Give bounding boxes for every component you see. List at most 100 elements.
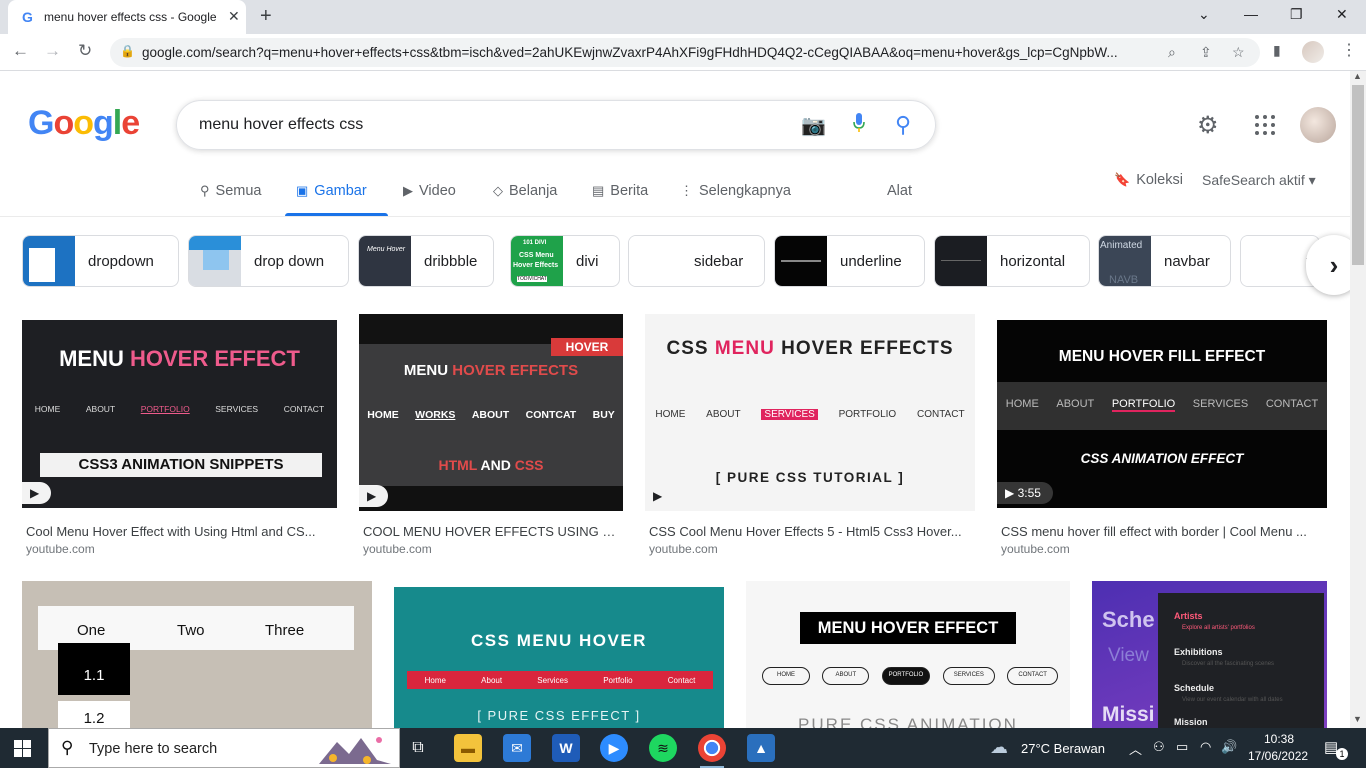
search-query[interactable]: menu hover effects css (199, 116, 363, 134)
chip-thumbnail: 101 DIVI CSS Menu Hover Effects TODIVICH… (511, 236, 563, 286)
scroll-down-icon[interactable]: ▼ (1353, 714, 1362, 724)
result-thumbnail[interactable]: CSS MENU HOVER EFFECTS HOME ABOUT SERVICES… (645, 314, 975, 511)
result-card[interactable]: Sche View Missi Artists Explore all arti… (1092, 581, 1328, 728)
chip-sidebar[interactable]: sidebar (628, 235, 765, 287)
tab-all[interactable]: ⚲ Semua (200, 183, 261, 199)
tab-news[interactable]: ▤ Berita (592, 183, 648, 199)
tab-more[interactable]: ⋮ Selengkapnya (680, 183, 791, 199)
safesearch-button[interactable]: SafeSearch aktif ▾ (1202, 172, 1316, 189)
weather-text[interactable]: 27°C Berawan (1021, 741, 1105, 756)
notification-count: 1 (1336, 748, 1348, 760)
page-scrollbar[interactable]: ▲ ▼ (1350, 71, 1366, 728)
dropdown-arrow-icon: ▾ (1308, 172, 1316, 188)
chip-underline[interactable]: underline (774, 235, 925, 287)
tools-button[interactable]: Alat (887, 183, 912, 199)
search-box[interactable]: menu hover effects css 📷 ⚲ (176, 100, 936, 150)
result-card[interactable]: HOVER MENU HOVER EFFECTS HOME WORKS ABOUT C… (359, 314, 625, 560)
microphone-icon[interactable] (853, 113, 865, 133)
minimize-icon[interactable]: — (1244, 6, 1258, 22)
share-icon[interactable]: ⇪ (1200, 44, 1212, 61)
play-icon: ▶ (1005, 486, 1015, 500)
result-title[interactable]: COOL MENU HOVER EFFECTS USING HT... (363, 524, 619, 539)
result-card[interactable]: MENU HOVER EFFECT HOME ABOUT PORTFOLIO S… (746, 581, 1070, 728)
task-view-icon[interactable]: ⧉ (404, 734, 432, 762)
chip-dropdown[interactable]: dropdown (22, 235, 179, 287)
result-thumbnail[interactable]: HOVER MENU HOVER EFFECTS HOME WORKS ABOUT C… (359, 314, 623, 511)
search-icon: ⚲ (200, 183, 210, 198)
tab-video[interactable]: ▶ Video (403, 183, 456, 199)
bookmark-star-icon[interactable]: ☆ (1232, 44, 1245, 61)
result-title[interactable]: Cool Menu Hover Effect with Using Html a… (26, 524, 332, 539)
result-source[interactable]: youtube.com (363, 542, 432, 556)
file-explorer-icon[interactable]: ▬ (454, 734, 482, 762)
word-icon[interactable]: W (552, 734, 580, 762)
search-icon: ⚲ (61, 738, 74, 757)
lock-icon[interactable]: 🔒 (120, 44, 135, 58)
result-title[interactable]: CSS menu hover fill effect with border |… (1001, 524, 1321, 539)
google-logo[interactable]: Google (28, 104, 140, 143)
address-bar[interactable]: 🔒 google.com/search?q=menu+hover+effects… (110, 38, 1260, 67)
new-tab-icon[interactable]: + (260, 5, 272, 28)
taskbar-search-box[interactable]: ⚲ Type here to search (48, 728, 400, 768)
chrome-icon[interactable] (698, 734, 726, 768)
reload-icon[interactable]: ↻ (78, 41, 92, 61)
result-card[interactable]: CSS MENU HOVER EFFECTS HOME ABOUT SERVICES… (645, 314, 975, 560)
chip-thumbnail (1241, 236, 1293, 286)
result-thumbnail[interactable]: Sche View Missi Artists Explore all arti… (1092, 581, 1327, 728)
close-window-icon[interactable]: ✕ (1336, 6, 1348, 23)
tab-search-icon[interactable]: ⌄ (1198, 6, 1210, 23)
side-panel-icon[interactable]: ▮ (1273, 42, 1281, 59)
chip-drop-down[interactable]: drop down (188, 235, 349, 287)
url-text[interactable]: google.com/search?q=menu+hover+effects+c… (142, 45, 1132, 60)
result-source[interactable]: youtube.com (1001, 542, 1070, 556)
tab-close-icon[interactable]: ✕ (228, 8, 240, 25)
mail-icon[interactable]: ✉ (503, 734, 531, 762)
windows-start-icon[interactable] (14, 740, 31, 757)
scroll-thumb[interactable] (1352, 85, 1364, 265)
browser-tab[interactable]: G menu hover effects css - Google ✕ (8, 0, 246, 34)
back-icon[interactable]: ← (12, 41, 29, 61)
windows-taskbar: ⚲ Type here to search ⧉ ▬ ✉ W ▶ ≋ ▲ ☁ 27… (0, 728, 1366, 768)
chip-dribbble[interactable]: Menu Hover dribbble (358, 235, 494, 287)
result-thumbnail[interactable]: MENU HOVER FILL EFFECT HOME ABOUT PORTFOLI… (997, 320, 1327, 508)
volume-icon[interactable]: 🔊 (1221, 739, 1237, 755)
maximize-icon[interactable]: ❐ (1290, 6, 1303, 23)
scroll-up-icon[interactable]: ▲ (1353, 71, 1362, 81)
result-thumbnail[interactable]: CSS MENU HOVER Home About Services Portfoli… (394, 587, 724, 728)
tray-chevron-icon[interactable]: ︿ (1129, 739, 1142, 758)
spotify-icon[interactable]: ≋ (649, 734, 677, 762)
photos-icon[interactable]: ▲ (747, 734, 775, 762)
result-thumbnail[interactable]: MENU HOVER EFFECT HOME ABOUT PORTFOLIO S… (746, 581, 1070, 728)
result-card[interactable]: MENU HOVER EFFECT HOME ABOUT PORTFOLIO SERV… (22, 320, 340, 560)
collections-link[interactable]: 🔖 Koleksi (1114, 172, 1183, 188)
chip-divi[interactable]: 101 DIVI CSS Menu Hover Effects TODIVICH… (510, 235, 620, 287)
zoom-app-icon[interactable]: ▶ (600, 734, 628, 762)
people-icon[interactable]: ⚇ (1153, 739, 1165, 755)
zoom-icon[interactable]: ⌕ (1168, 44, 1176, 61)
search-icon[interactable]: ⚲ (895, 112, 911, 138)
settings-gear-icon[interactable]: ⚙ (1197, 111, 1219, 140)
video-icon: ▶ (403, 183, 413, 198)
wifi-icon[interactable]: ◠ (1200, 739, 1211, 755)
result-card[interactable]: MENU HOVER FILL EFFECT HOME ABOUT PORTFOLI… (997, 320, 1329, 560)
chip-horizontal[interactable]: horizontal (934, 235, 1090, 287)
camera-icon[interactable]: 📷 (801, 113, 826, 138)
result-thumbnail[interactable]: One Two Three 1.1 1.2 (22, 581, 372, 728)
tab-images[interactable]: ▣ Gambar (296, 183, 367, 199)
profile-avatar-small[interactable] (1302, 41, 1324, 63)
clock-time[interactable]: 10:38 (1264, 732, 1294, 746)
result-card[interactable]: CSS MENU HOVER Home About Services Portfoli… (394, 587, 724, 728)
result-source[interactable]: youtube.com (26, 542, 95, 556)
result-card[interactable]: One Two Three 1.1 1.2 (22, 581, 372, 728)
result-source[interactable]: youtube.com (649, 542, 718, 556)
tab-shopping[interactable]: ◇ Belanja (493, 183, 557, 199)
forward-icon[interactable]: → (44, 41, 61, 61)
google-apps-icon[interactable] (1255, 115, 1275, 135)
clock-date[interactable]: 17/06/2022 (1248, 749, 1308, 763)
result-thumbnail[interactable]: MENU HOVER EFFECT HOME ABOUT PORTFOLIO SERV… (22, 320, 337, 508)
account-avatar[interactable] (1300, 107, 1336, 143)
result-title[interactable]: CSS Cool Menu Hover Effects 5 - Html5 Cs… (649, 524, 971, 539)
battery-icon[interactable]: ▭ (1176, 739, 1188, 755)
chip-navbar[interactable]: Animated NAVB navbar (1098, 235, 1231, 287)
chrome-menu-icon[interactable]: ⋮ (1341, 40, 1357, 60)
